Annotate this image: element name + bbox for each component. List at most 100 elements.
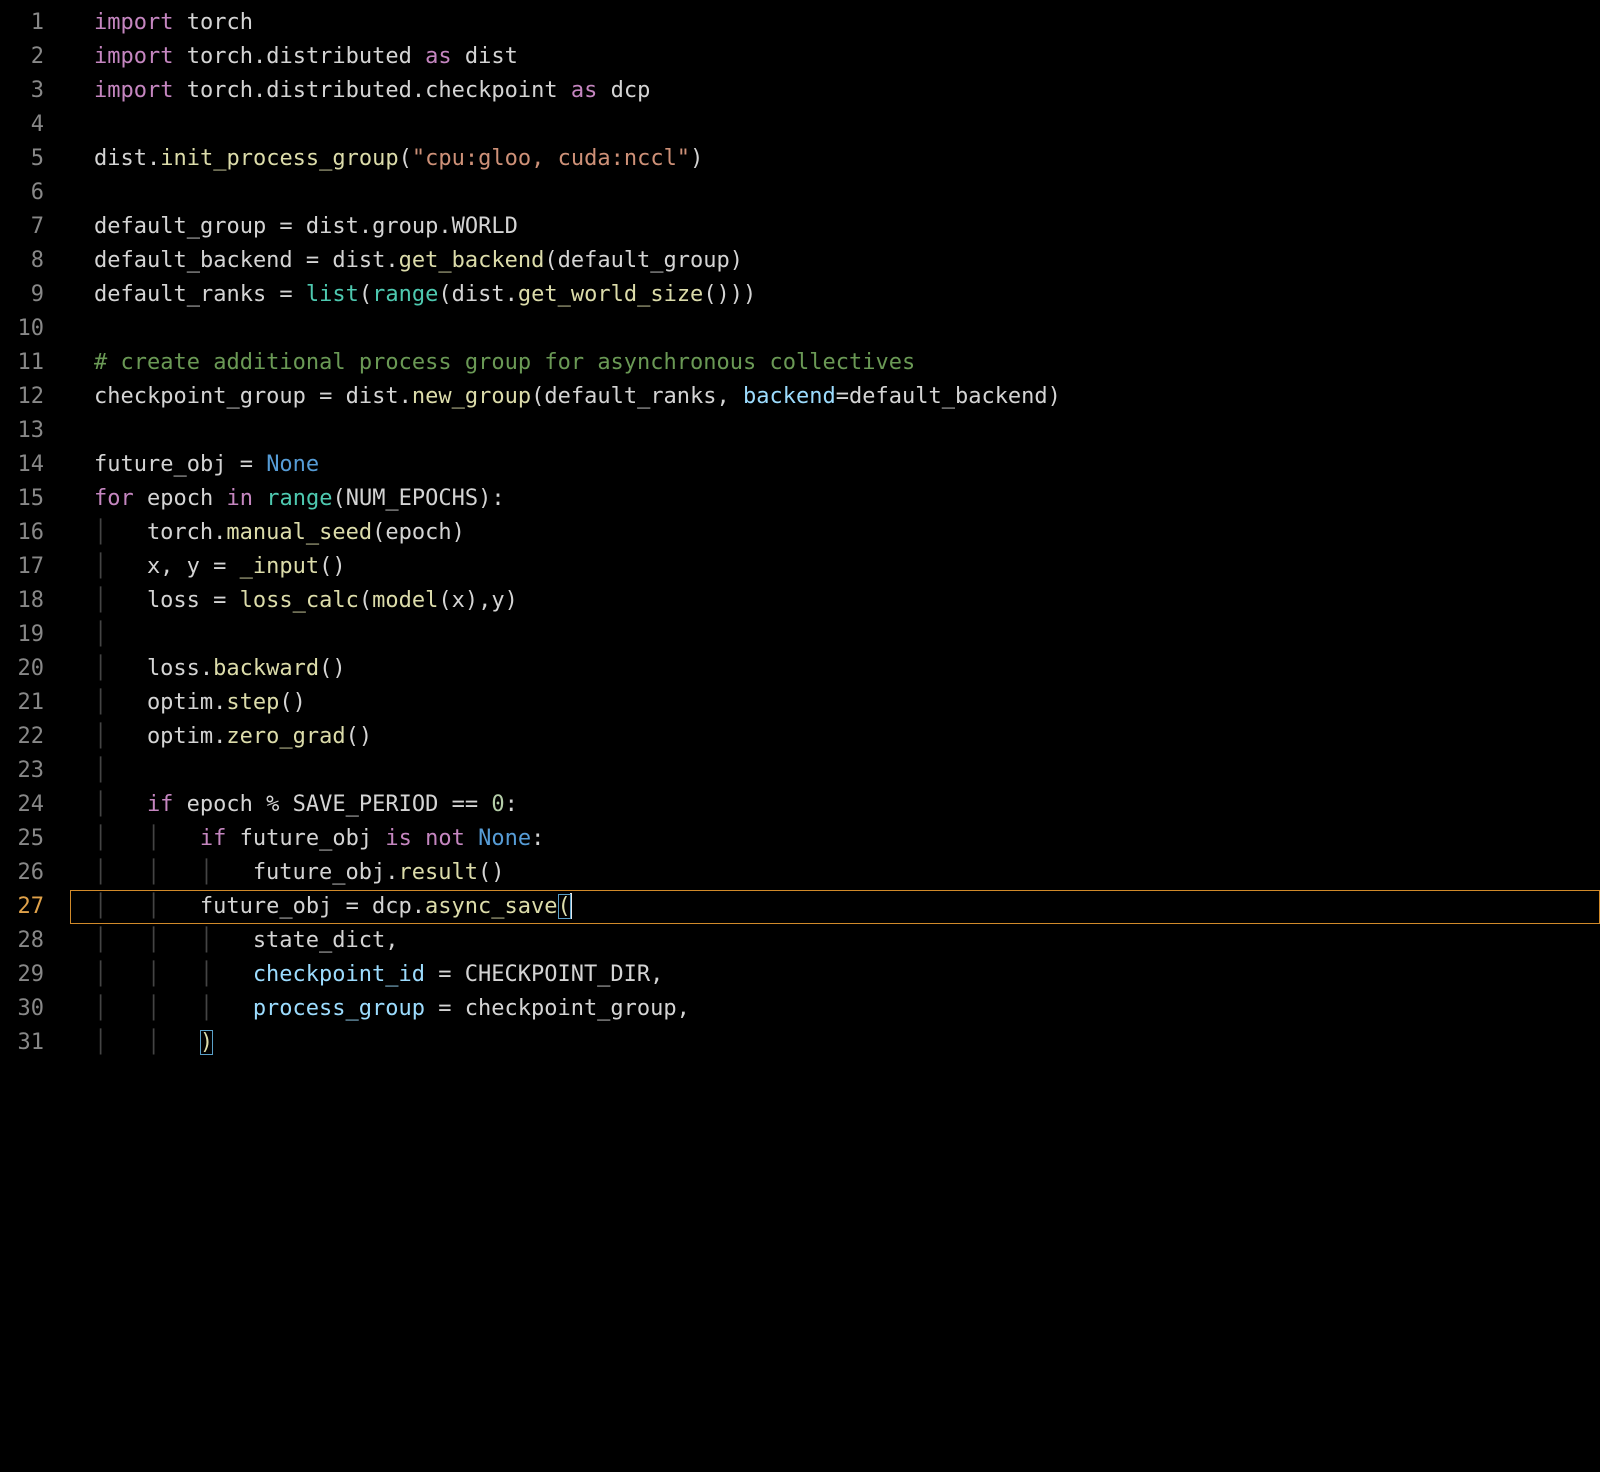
indent-guide (94, 958, 107, 992)
indent-guide (94, 618, 107, 652)
token-nm: torch (187, 10, 253, 35)
code-line[interactable]: state_dict, (70, 924, 1600, 958)
indent-guide (94, 890, 107, 924)
indent-guide (94, 924, 107, 958)
indent-guide (200, 992, 213, 1026)
code-line[interactable] (70, 754, 1600, 788)
token-nm: optim. (147, 724, 226, 749)
token-op: epoch (134, 486, 227, 511)
code-line[interactable]: loss.backward() (70, 652, 1600, 686)
token-op (412, 44, 425, 69)
code-line[interactable]: default_ranks = list(range(dist.get_worl… (70, 278, 1600, 312)
code-line[interactable]: default_backend = dist.get_backend(defau… (70, 244, 1600, 278)
line-number: 12 (0, 380, 44, 414)
token-fn: result (399, 860, 478, 885)
code-line[interactable]: future_obj = dcp.async_save( (70, 890, 1600, 924)
indent-guide (147, 1026, 160, 1060)
token-op: (default_ranks, (531, 384, 743, 409)
line-number: 30 (0, 992, 44, 1026)
token-nm: dist (465, 44, 518, 69)
line-number: 19 (0, 618, 44, 652)
line-number: 5 (0, 142, 44, 176)
code-line[interactable] (70, 414, 1600, 448)
code-line[interactable]: if epoch % SAVE_PERIOD == 0: (70, 788, 1600, 822)
code-line[interactable]: checkpoint_id = CHECKPOINT_DIR, (70, 958, 1600, 992)
code-editor: 1234567891011121314151617181920212223242… (0, 6, 1600, 1060)
code-line[interactable]: if future_obj is not None: (70, 822, 1600, 856)
code-line[interactable] (70, 312, 1600, 346)
token-bfn: range (372, 282, 438, 307)
token-nm: default_backend = dist. (94, 248, 399, 273)
token-op (412, 826, 425, 851)
code-line[interactable]: checkpoint_group = dist.new_group(defaul… (70, 380, 1600, 414)
token-op: () (319, 656, 346, 681)
token-op: future_obj (226, 826, 385, 851)
token-kw: not (425, 826, 465, 851)
line-number: 14 (0, 448, 44, 482)
token-kw: if (200, 826, 227, 851)
code-line[interactable] (70, 108, 1600, 142)
token-op: epoch % SAVE_PERIOD == (173, 792, 491, 817)
line-number: 9 (0, 278, 44, 312)
token-op: = CHECKPOINT_DIR, (425, 962, 663, 987)
code-line[interactable]: ) (70, 1026, 1600, 1060)
code-line[interactable]: loss = loss_calc(model(x),y) (70, 584, 1600, 618)
token-nm: loss = (147, 588, 240, 613)
indent-guide (94, 686, 107, 720)
code-line[interactable] (70, 176, 1600, 210)
code-line[interactable]: dist.init_process_group("cpu:gloo, cuda:… (70, 142, 1600, 176)
token-fn: model (372, 588, 438, 613)
indent-guide (200, 958, 213, 992)
token-kw: as (571, 78, 598, 103)
code-line[interactable]: optim.zero_grad() (70, 720, 1600, 754)
indent-guide (147, 924, 160, 958)
token-none: None (266, 452, 319, 477)
code-line[interactable]: future_obj.result() (70, 856, 1600, 890)
line-number-gutter: 1234567891011121314151617181920212223242… (0, 6, 70, 1060)
code-line[interactable]: import torch.distributed as dist (70, 40, 1600, 74)
line-number: 20 (0, 652, 44, 686)
line-number: 22 (0, 720, 44, 754)
line-number: 27 (0, 890, 44, 924)
token-nm: dist. (94, 146, 160, 171)
code-line[interactable]: optim.step() (70, 686, 1600, 720)
code-line[interactable]: default_group = dist.group.WORLD (70, 210, 1600, 244)
token-nm: checkpoint_group = dist. (94, 384, 412, 409)
indent-guide (147, 992, 160, 1026)
indent-guide (200, 924, 213, 958)
line-number: 31 (0, 1026, 44, 1060)
line-number: 25 (0, 822, 44, 856)
code-line[interactable]: x, y = _input() (70, 550, 1600, 584)
indent-guide (94, 754, 107, 788)
token-fn: manual_seed (226, 520, 372, 545)
code-line[interactable] (70, 618, 1600, 652)
token-op: ( (359, 282, 372, 307)
token-op (173, 10, 186, 35)
code-line[interactable]: for epoch in range(NUM_EPOCHS): (70, 482, 1600, 516)
line-number: 7 (0, 210, 44, 244)
token-op: (default_group) (544, 248, 743, 273)
code-line[interactable]: import torch.distributed.checkpoint as d… (70, 74, 1600, 108)
code-line[interactable]: future_obj = None (70, 448, 1600, 482)
token-nm: default_group = dist.group.WORLD (94, 214, 518, 239)
code-line[interactable]: torch.manual_seed(epoch) (70, 516, 1600, 550)
code-line[interactable]: import torch (70, 6, 1600, 40)
line-number: 13 (0, 414, 44, 448)
token-op: (dist. (438, 282, 517, 307)
token-kw: for (94, 486, 134, 511)
token-str: "cpu:gloo, cuda:nccl" (412, 146, 690, 171)
indent-guide (94, 788, 107, 822)
token-fn: _input (240, 554, 319, 579)
indent-guide (94, 516, 107, 550)
token-fn: get_backend (399, 248, 545, 273)
token-op (558, 78, 571, 103)
token-fn: init_process_group (160, 146, 398, 171)
code-area[interactable]: import torchimport torch.distributed as … (70, 6, 1600, 1060)
code-line[interactable]: # create additional process group for as… (70, 346, 1600, 380)
token-op: ( (359, 588, 372, 613)
token-nm: dcp (611, 78, 651, 103)
token-bfn: range (266, 486, 332, 511)
token-nm: x, y = (147, 554, 240, 579)
code-line[interactable]: process_group = checkpoint_group, (70, 992, 1600, 1026)
indent-guide (94, 856, 107, 890)
